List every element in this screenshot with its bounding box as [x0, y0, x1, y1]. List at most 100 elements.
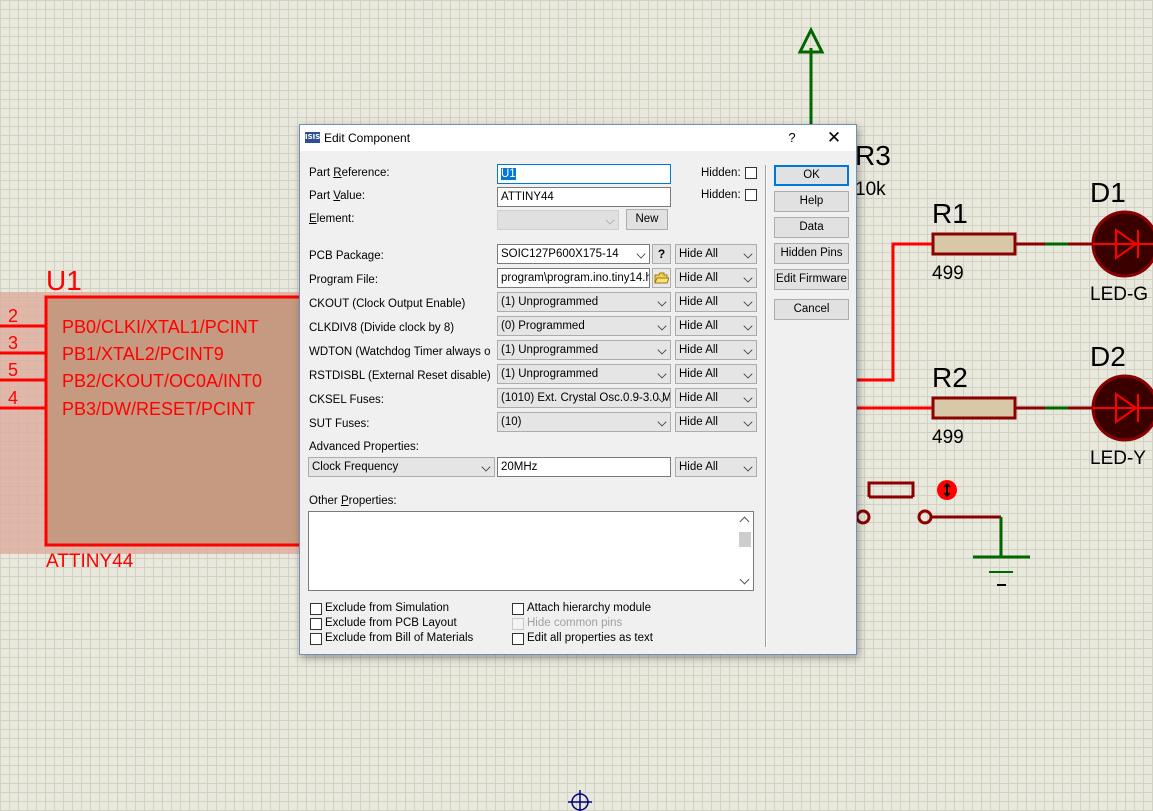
exclude-bom-label: Exclude from Bill of Materials [325, 632, 474, 644]
pcb-package-value: SOIC127P600X175-14 [501, 248, 619, 260]
exclude-simulation-label: Exclude from Simulation [325, 602, 449, 614]
hide-common-pins-checkbox [512, 618, 524, 630]
origin-marker-icon [568, 790, 592, 811]
ckout-visibility-select[interactable]: Hide All [675, 292, 757, 312]
chevron-down-icon [657, 297, 667, 307]
cksel-visibility-select[interactable]: Hide All [675, 388, 757, 408]
element-select[interactable] [497, 210, 619, 230]
pcb-package-select[interactable]: SOIC127P600X175-14 [497, 244, 650, 264]
chevron-down-icon [743, 249, 753, 259]
program-file-input[interactable]: program\program.ino.tiny14.hex [497, 268, 650, 288]
rstdisbl-visibility-select[interactable]: Hide All [675, 364, 757, 384]
label-text: alue: [340, 190, 366, 202]
clkdiv8-visibility-select[interactable]: Hide All [675, 316, 757, 336]
chevron-down-icon [481, 462, 491, 472]
wire-r1[interactable] [857, 242, 933, 382]
visibility-value: Hide All [679, 368, 718, 380]
chevron-down-icon [657, 345, 667, 355]
hidden-pins-button[interactable]: Hidden Pins [774, 243, 849, 264]
power-terminal[interactable] [797, 26, 825, 124]
other-properties-textarea[interactable] [308, 511, 754, 591]
chevron-down-icon [636, 249, 646, 259]
pin-number: 3 [8, 333, 18, 353]
part-reference-input[interactable]: U1 [497, 164, 671, 184]
resistor-r2[interactable] [931, 396, 1093, 420]
chevron-down-icon [743, 345, 753, 355]
wdton-visibility-select[interactable]: Hide All [675, 340, 757, 360]
scroll-thumb[interactable] [739, 532, 751, 547]
visibility-value: Hide All [679, 248, 718, 260]
exclude-simulation-checkbox[interactable] [310, 603, 322, 615]
data-button[interactable]: Data [774, 217, 849, 238]
vertical-divider [765, 165, 767, 647]
d1-reference: D1 [1090, 177, 1126, 208]
button-actuator-icon[interactable] [937, 480, 957, 500]
new-element-button[interactable]: New [626, 209, 668, 230]
exclude-pcb-checkbox[interactable] [310, 618, 322, 630]
dialog-titlebar[interactable]: ISIS Edit Component ? ✕ [300, 125, 856, 151]
label-text: roperties: [348, 495, 397, 507]
part-value-input[interactable]: ATTINY44 [497, 187, 671, 207]
browse-folder-button[interactable] [652, 268, 671, 288]
ground-symbol[interactable] [973, 517, 1030, 586]
ckout-value: (1) Unprogrammed [501, 296, 599, 308]
scroll-down-icon[interactable] [739, 574, 750, 585]
clkdiv8-select[interactable]: (0) Programmed [497, 316, 671, 336]
push-button[interactable] [855, 481, 1001, 525]
advanced-property-select[interactable]: Clock Frequency [308, 457, 495, 477]
advanced-visibility-select[interactable]: Hide All [675, 457, 757, 477]
chevron-down-icon [743, 297, 753, 307]
part-value-hidden-checkbox[interactable] [745, 189, 757, 201]
d1-value: LED-G [1090, 284, 1148, 305]
rstdisbl-label: RSTDISBL (External Reset disable) [309, 370, 491, 382]
titlebar-help-button[interactable]: ? [780, 128, 804, 148]
chevron-down-icon [657, 369, 667, 379]
label-text: lement: [316, 213, 355, 225]
edit-firmware-button[interactable]: Edit Firmware [774, 269, 849, 290]
label-text: Part [309, 167, 334, 179]
attach-hierarchy-checkbox[interactable] [512, 603, 524, 615]
u1-reference: U1 [46, 265, 82, 296]
part-reference-hidden-checkbox[interactable] [745, 167, 757, 179]
advanced-properties-label: Advanced Properties: [309, 441, 419, 453]
part-value-label: Part Value: [309, 190, 365, 202]
pcb-package-visibility-select[interactable]: Hide All [675, 244, 757, 264]
ckout-select[interactable]: (1) Unprogrammed [497, 292, 671, 312]
pin-number: 4 [8, 388, 18, 408]
scrollbar[interactable] [737, 512, 753, 590]
cksel-select[interactable]: (1010) Ext. Crystal Osc.0.9-3.0 MHz [497, 388, 671, 408]
r3-value: 10k [855, 179, 886, 200]
close-icon[interactable]: ✕ [822, 128, 846, 148]
pin-name: PB3/DW/RESET/PCINT [62, 399, 255, 419]
cancel-button[interactable]: Cancel [774, 299, 849, 320]
r2-reference: R2 [932, 362, 968, 393]
chevron-down-icon [743, 462, 753, 472]
visibility-value: Hide All [679, 320, 718, 332]
cksel-label: CKSEL Fuses: [309, 394, 384, 406]
visibility-value: Hide All [679, 344, 718, 356]
rstdisbl-select[interactable]: (1) Unprogrammed [497, 364, 671, 384]
part-reference-value: U1 [501, 168, 516, 180]
scroll-up-icon[interactable] [739, 516, 750, 527]
resistor-r1[interactable] [931, 232, 1093, 256]
help-button[interactable]: Help [774, 191, 849, 212]
advanced-value-input[interactable]: 20MHz [497, 457, 671, 477]
part-reference-label: Part Reference: [309, 167, 390, 179]
led-d1[interactable] [1091, 210, 1153, 278]
exclude-bom-checkbox[interactable] [310, 633, 322, 645]
wdton-label: WDTON (Watchdog Timer always on) [309, 346, 490, 358]
advanced-property-value: Clock Frequency [312, 461, 399, 473]
package-help-button[interactable]: ? [652, 244, 671, 264]
program-file-visibility-select[interactable]: Hide All [675, 268, 757, 288]
attach-hierarchy-label: Attach hierarchy module [527, 602, 652, 614]
other-properties-label: Other Properties: [309, 495, 397, 507]
sut-select[interactable]: (10) [497, 412, 671, 432]
wdton-select[interactable]: (1) Unprogrammed [497, 340, 671, 360]
sut-visibility-select[interactable]: Hide All [675, 412, 757, 432]
dialog-title: Edit Component [324, 131, 411, 145]
edit-as-text-checkbox[interactable] [512, 633, 524, 645]
pin-name: PB2/CKOUT/OC0A/INT0 [62, 371, 262, 391]
led-d2[interactable] [1091, 374, 1153, 442]
sut-label: SUT Fuses: [309, 418, 370, 430]
ok-button[interactable]: OK [774, 165, 849, 186]
